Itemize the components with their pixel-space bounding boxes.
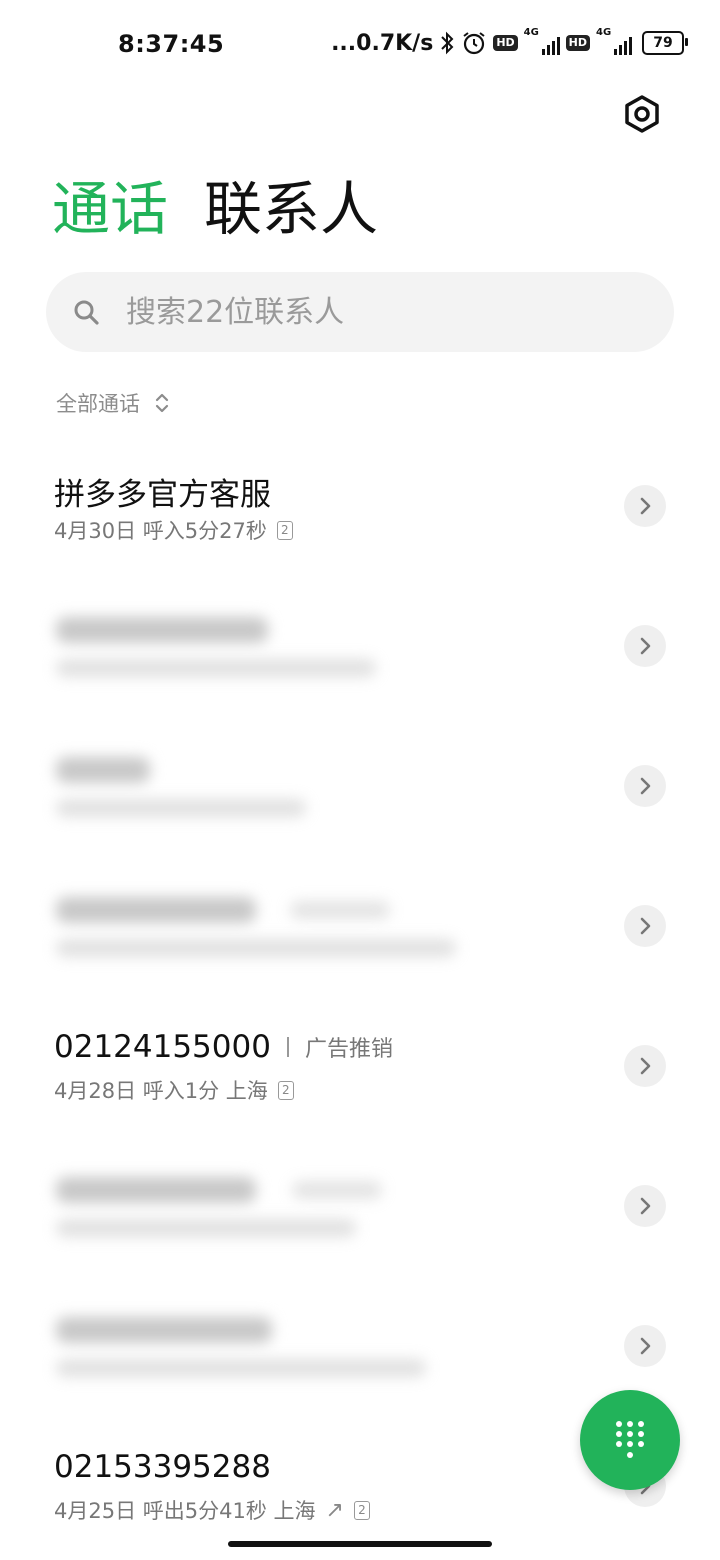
- chevron-right-icon: [640, 637, 651, 655]
- blurred-tag: [290, 901, 390, 919]
- signal-bars-2: [614, 37, 632, 55]
- tab-calls[interactable]: 通话: [52, 172, 168, 246]
- sim-card-icon: 2: [276, 520, 293, 540]
- call-detail-text: 4月28日 呼入1分 上海: [54, 1079, 268, 1103]
- settings-button[interactable]: [620, 92, 664, 136]
- blurred-name: [56, 1317, 272, 1343]
- call-detail-button[interactable]: [624, 765, 666, 807]
- call-filter-label: 全部通话: [56, 392, 140, 416]
- call-detail-button[interactable]: [624, 1045, 666, 1087]
- call-log-item-blurred[interactable]: [0, 857, 720, 997]
- sim-card-icon: 2: [353, 1500, 370, 1520]
- chevron-updown-icon: [155, 393, 169, 413]
- chevron-right-icon: [640, 917, 651, 935]
- home-indicator[interactable]: [228, 1541, 492, 1547]
- call-log-item[interactable]: 拼多多官方客服 4月30日 呼入5分27秒 2: [0, 437, 720, 577]
- blurred-name: [56, 1177, 256, 1203]
- dialpad-button[interactable]: [580, 1390, 680, 1490]
- chevron-right-icon: [640, 1057, 651, 1075]
- signal-4g-label-2: 4G: [596, 27, 612, 38]
- call-detail-button[interactable]: [624, 905, 666, 947]
- call-detail-button[interactable]: [624, 1185, 666, 1227]
- call-contact-name: 拼多多官方客服: [54, 477, 271, 513]
- signal-icon: 4G: [523, 27, 560, 57]
- outgoing-call-icon: ↗: [325, 1497, 344, 1523]
- call-log-item-blurred[interactable]: [0, 577, 720, 717]
- blurred-detail: [56, 1359, 426, 1377]
- call-detail-button[interactable]: [624, 485, 666, 527]
- call-detail: 4月30日 呼入5分27秒 2: [54, 515, 293, 545]
- call-detail: 4月25日 呼出5分41秒 上海 ↗ 2: [54, 1495, 370, 1525]
- call-log-item[interactable]: 02124155000 广告推销 4月28日 呼入1分 上海 2: [0, 997, 720, 1137]
- call-contact-name: 02124155000 广告推销: [54, 1029, 393, 1065]
- bluetooth-icon: [439, 30, 455, 56]
- call-detail-button[interactable]: [624, 1325, 666, 1367]
- call-detail-text: 4月30日 呼入5分27秒: [54, 519, 267, 543]
- sim-card-icon: 2: [277, 1080, 294, 1100]
- tab-contacts[interactable]: 联系人: [204, 172, 378, 246]
- call-phone-number: 02124155000: [54, 1029, 271, 1065]
- hd-voice-icon: HD: [493, 35, 518, 51]
- chevron-right-icon: [640, 497, 651, 515]
- settings-hex-icon: [625, 95, 659, 133]
- chevron-right-icon: [640, 777, 651, 795]
- signal-icon-2: 4G: [596, 27, 632, 57]
- network-speed: ...0.7K/s: [331, 30, 434, 56]
- status-time: 8:37:45: [118, 30, 225, 58]
- blurred-name: [56, 897, 256, 923]
- search-bar[interactable]: [46, 272, 674, 352]
- call-detail-button[interactable]: [624, 625, 666, 667]
- signal-bars: [541, 37, 560, 55]
- tab-bar: 通话 联系人: [52, 172, 378, 246]
- call-log-item-blurred[interactable]: [0, 1137, 720, 1277]
- battery-icon: 79: [642, 31, 688, 55]
- dialpad-icon: [616, 1421, 644, 1458]
- blurred-detail: [56, 659, 376, 677]
- blurred-detail: [56, 939, 456, 957]
- call-detail: 4月28日 呼入1分 上海 2: [54, 1075, 294, 1105]
- call-filter-dropdown[interactable]: 全部通话: [56, 388, 170, 418]
- chevron-right-icon: [640, 1197, 651, 1215]
- blurred-detail: [56, 1219, 356, 1237]
- status-icons: ...0.7K/s HD 4G HD 4G 79: [331, 27, 688, 58]
- blurred-name: [56, 757, 150, 783]
- hd-voice-icon-2: HD: [565, 35, 590, 51]
- call-log-list: 拼多多官方客服 4月30日 呼入5分27秒 2 02124155000 广告推销…: [0, 437, 720, 1557]
- signal-4g-label: 4G: [523, 27, 539, 38]
- spam-tag: 广告推销: [304, 1037, 393, 1062]
- blurred-tag: [292, 1181, 382, 1199]
- tag-separator: [286, 1037, 289, 1057]
- blurred-name: [56, 617, 268, 643]
- blurred-detail: [56, 799, 306, 817]
- call-phone-number: 02153395288: [54, 1449, 271, 1485]
- status-bar: 8:37:45 ...0.7K/s HD 4G HD 4G 79: [0, 0, 720, 88]
- battery-level: 79: [653, 35, 673, 51]
- alarm-icon: [461, 30, 487, 56]
- search-input[interactable]: [124, 293, 608, 331]
- chevron-right-icon: [640, 1337, 651, 1355]
- call-detail-text: 4月25日 呼出5分41秒 上海: [54, 1499, 316, 1523]
- search-icon: [72, 298, 100, 326]
- call-log-item-blurred[interactable]: [0, 717, 720, 857]
